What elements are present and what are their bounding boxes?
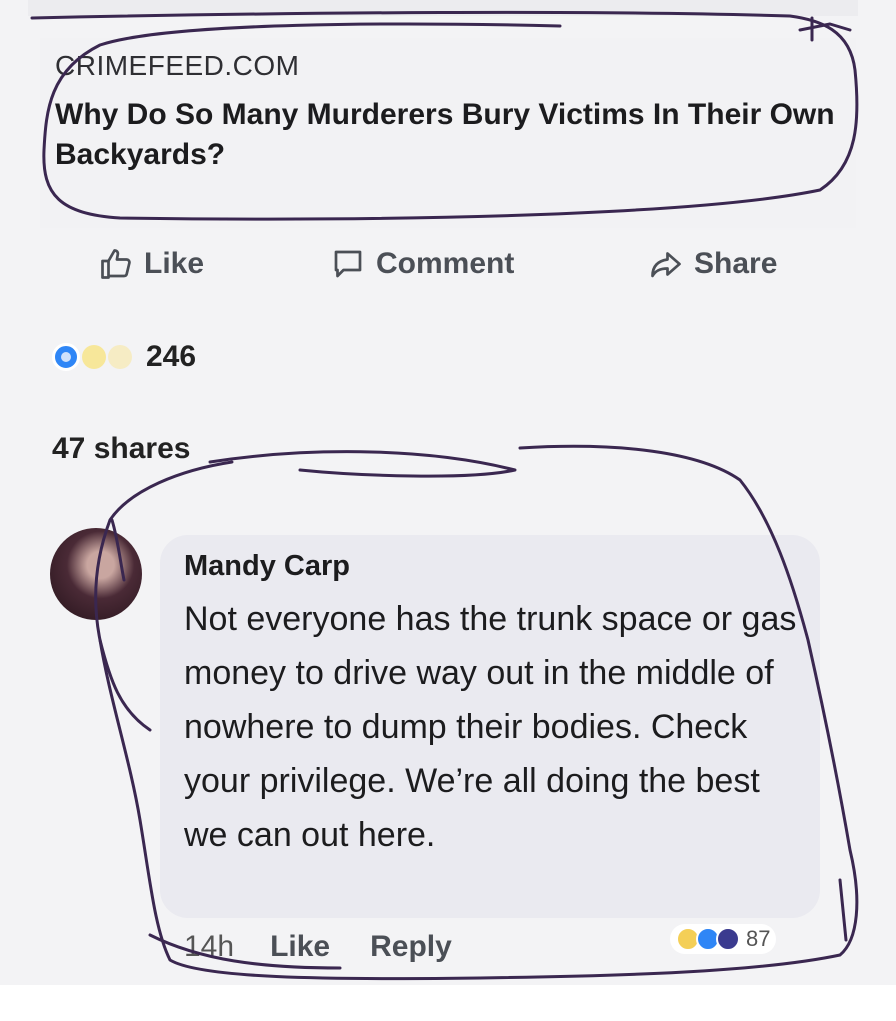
like-button[interactable]: Like xyxy=(98,246,204,282)
share-label: Share xyxy=(694,247,778,280)
reaction-count: 246 xyxy=(146,340,197,373)
like-label: Like xyxy=(144,247,205,280)
comment-label: Comment xyxy=(376,247,515,280)
comment-reactions[interactable]: 87 xyxy=(670,924,777,954)
post-action-bar: Like Comment Share xyxy=(0,232,896,302)
thumbs-up-icon xyxy=(101,249,131,279)
speech-bubble-icon xyxy=(334,250,362,278)
comment-text: Not everyone has the trunk space or gas … xyxy=(184,600,797,854)
link-title[interactable]: Why Do So Many Murderers Bury Victims In… xyxy=(55,95,845,175)
post-top-strip xyxy=(28,0,858,16)
love-reaction-icon xyxy=(716,927,740,951)
comment-reply-button[interactable]: Reply xyxy=(370,930,452,964)
avatar[interactable] xyxy=(50,528,142,620)
comment-like-button[interactable]: Like xyxy=(270,930,330,964)
comment-reaction-count: 87 xyxy=(746,926,771,951)
comment-button[interactable]: Comment xyxy=(330,246,514,282)
reactions-summary[interactable]: 246 xyxy=(52,340,196,374)
comment-meta: 14h Like Reply xyxy=(184,930,452,964)
facebook-post: CRIMEFEED.COM Why Do So Many Murderers B… xyxy=(0,0,896,985)
comment-timestamp[interactable]: 14h xyxy=(184,930,234,964)
shares-count[interactable]: 47 shares xyxy=(52,432,190,466)
share-button[interactable]: Share xyxy=(648,246,777,282)
like-reaction-icon xyxy=(52,343,80,371)
link-domain: CRIMEFEED.COM xyxy=(55,50,300,81)
share-arrow-icon xyxy=(651,252,681,278)
comment-author[interactable]: Mandy Carp xyxy=(184,550,350,583)
haha-reaction-icon xyxy=(108,345,132,369)
love-reaction-icon xyxy=(82,345,106,369)
